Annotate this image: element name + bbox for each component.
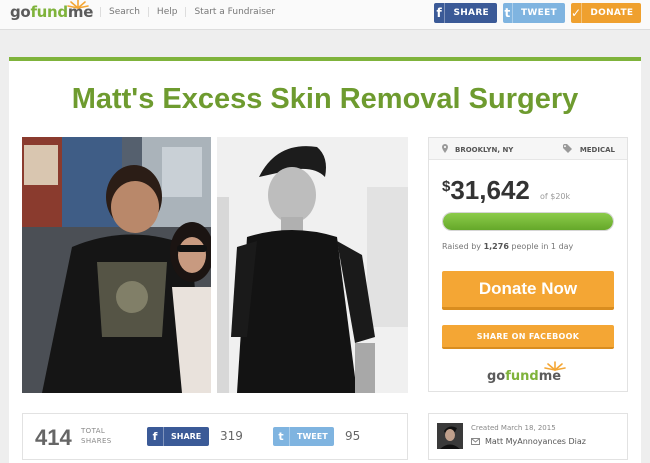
location-bar: BROOKLYN, NY MEDICAL bbox=[429, 138, 627, 160]
creator-name[interactable]: Matt MyAnnoyances Diaz bbox=[485, 437, 586, 446]
nav-search-link[interactable]: Search bbox=[100, 7, 148, 17]
campaign-photo-before[interactable] bbox=[22, 137, 211, 393]
top-bar: gofundme Search Help Start a Fundraiser … bbox=[0, 0, 650, 30]
facebook-share-count: 319 bbox=[220, 429, 243, 443]
category-text[interactable]: MEDICAL bbox=[580, 146, 615, 154]
tweet-button[interactable]: t TWEET bbox=[273, 427, 334, 446]
avatar[interactable] bbox=[437, 423, 463, 449]
sun-icon bbox=[544, 361, 566, 371]
sun-icon bbox=[67, 0, 89, 9]
progress-fill bbox=[443, 213, 613, 230]
twitter-icon: t bbox=[273, 427, 290, 446]
total-shares-label: TOTAL SHARES bbox=[81, 427, 112, 445]
top-nav: Search Help Start a Fundraiser bbox=[100, 7, 283, 17]
twitter-icon: t bbox=[503, 3, 513, 23]
header-facebook-share-button[interactable]: f SHARE bbox=[434, 3, 497, 23]
progress-bar bbox=[442, 212, 614, 231]
share-on-facebook-button[interactable]: SHARE ON FACEBOOK bbox=[442, 325, 614, 349]
facebook-icon: f bbox=[147, 427, 164, 446]
gofundme-logo[interactable]: gofundme bbox=[10, 0, 93, 21]
goal-text: of $20k bbox=[540, 192, 571, 201]
facebook-icon: f bbox=[434, 3, 446, 23]
facebook-share-button[interactable]: f SHARE bbox=[147, 427, 209, 446]
campaign-card: Matt's Excess Skin Removal Surgery BROOK… bbox=[9, 57, 641, 463]
checkmark-icon: ✓ bbox=[571, 3, 583, 23]
share-strip: 414 TOTAL SHARES f SHARE 319 t TWEET 95 bbox=[22, 413, 408, 460]
campaign-photo-after[interactable] bbox=[217, 137, 408, 393]
tag-icon bbox=[563, 144, 572, 153]
nav-help-link[interactable]: Help bbox=[147, 7, 186, 17]
location-pin-icon bbox=[442, 144, 448, 153]
campaign-title: Matt's Excess Skin Removal Surgery bbox=[71, 83, 579, 115]
envelope-icon[interactable] bbox=[471, 438, 480, 445]
total-shares-count: 414 bbox=[35, 425, 72, 450]
created-date: Created March 18, 2015 bbox=[471, 424, 556, 432]
raised-by-text: Raised by 1,276 people in 1 day bbox=[442, 242, 574, 251]
tweet-count: 95 bbox=[345, 429, 361, 443]
creator-box: Created March 18, 2015 Matt MyAnnoyances… bbox=[428, 413, 628, 460]
donate-now-button[interactable]: Donate Now bbox=[442, 271, 614, 310]
amount-raised: $31,642 bbox=[442, 175, 530, 205]
gofundme-footer-logo[interactable]: gofundme bbox=[487, 361, 566, 384]
header-tweet-button[interactable]: t TWEET bbox=[503, 3, 565, 23]
donation-panel: BROOKLYN, NY MEDICAL $31,642 of $20k Rai… bbox=[428, 137, 628, 392]
location-text[interactable]: BROOKLYN, NY bbox=[455, 146, 513, 154]
nav-start-fundraiser-link[interactable]: Start a Fundraiser bbox=[185, 7, 283, 17]
header-donate-button[interactable]: ✓ DONATE bbox=[571, 3, 641, 23]
